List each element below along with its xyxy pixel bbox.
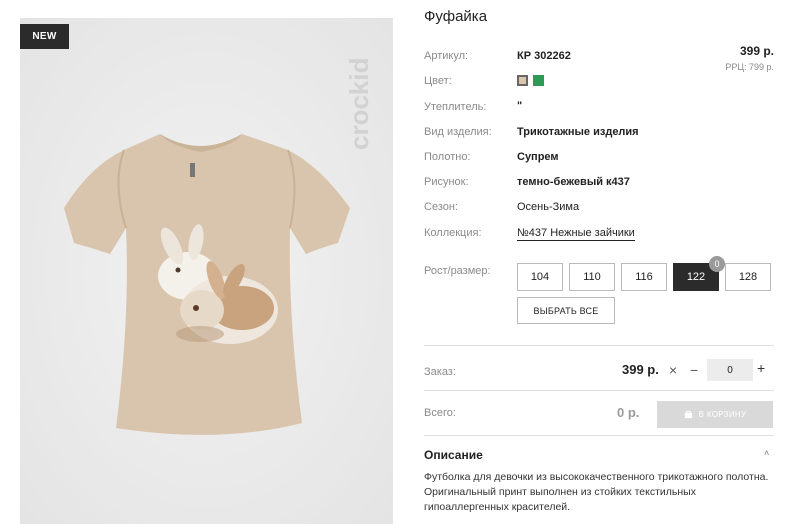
collection-link[interactable]: №437 Нежные зайчики bbox=[517, 227, 635, 241]
order-price: 399 р. bbox=[622, 362, 659, 377]
spec-value-insulation: " bbox=[517, 100, 523, 112]
spec-label-color: Цвет: bbox=[424, 75, 452, 87]
collection-link-text[interactable]: №437 Нежные зайчики bbox=[517, 227, 635, 241]
spec-label-fabric: Полотно: bbox=[424, 151, 471, 163]
spec-label-print: Рисунок: bbox=[424, 176, 469, 188]
recommended-price: РРЦ: 799 р. bbox=[725, 62, 774, 72]
spec-value-print: темно-бежевый к437 bbox=[517, 176, 630, 188]
divider bbox=[424, 390, 774, 391]
size-option-116[interactable]: 116 bbox=[621, 263, 667, 291]
brand-logo-text: crockid bbox=[344, 58, 374, 151]
spec-label-collection: Коллекция: bbox=[424, 227, 482, 239]
spec-label-season: Сезон: bbox=[424, 201, 458, 213]
size-count-badge: 0 bbox=[709, 256, 725, 272]
order-label: Заказ: bbox=[424, 366, 456, 378]
qty-minus-button[interactable]: − bbox=[690, 362, 698, 378]
brand-logo: crockid bbox=[335, 38, 385, 158]
cart-icon bbox=[684, 410, 692, 419]
divider bbox=[424, 345, 774, 346]
spec-value-type: Трикотажные изделия bbox=[517, 126, 639, 138]
size-label: Рост/размер: bbox=[424, 265, 491, 277]
size-option-128[interactable]: 128 bbox=[725, 263, 771, 291]
total-price: 0 р. bbox=[617, 405, 640, 420]
size-option-110[interactable]: 110 bbox=[569, 263, 615, 291]
color-swatch-green[interactable] bbox=[533, 75, 544, 86]
chevron-up-icon[interactable]: ˄ bbox=[764, 448, 769, 458]
add-to-cart-label: В КОРЗИНУ bbox=[698, 410, 747, 419]
spec-label-article: Артикул: bbox=[424, 50, 469, 62]
product-price: 399 р. bbox=[739, 44, 774, 58]
spec-label-type: Вид изделия: bbox=[424, 126, 492, 138]
spec-value-season: Осень-Зима bbox=[517, 201, 580, 213]
description-title[interactable]: Описание bbox=[424, 448, 483, 462]
spec-label-insulation: Утеплитель: bbox=[424, 101, 487, 113]
description-text: Футболка для девочки из высококачественн… bbox=[424, 471, 769, 513]
spec-value-article: КР 302262 bbox=[517, 50, 571, 62]
new-badge: NEW bbox=[20, 24, 69, 49]
color-swatch-beige-fill bbox=[519, 77, 526, 84]
color-swatch-beige[interactable] bbox=[517, 75, 528, 86]
size-option-104[interactable]: 104 bbox=[517, 263, 563, 291]
quantity-input[interactable]: 0 bbox=[707, 359, 753, 381]
spec-value-fabric: Супрем bbox=[517, 151, 559, 163]
total-label: Всего: bbox=[424, 407, 456, 419]
product-title: Фуфайка bbox=[424, 8, 488, 25]
qty-plus-button[interactable]: + bbox=[757, 360, 765, 376]
divider bbox=[424, 435, 774, 436]
select-all-button[interactable]: ВЫБРАТЬ ВСЕ bbox=[517, 297, 615, 324]
times-icon: × bbox=[669, 362, 678, 378]
add-to-cart-button[interactable]: В КОРЗИНУ bbox=[657, 401, 773, 428]
